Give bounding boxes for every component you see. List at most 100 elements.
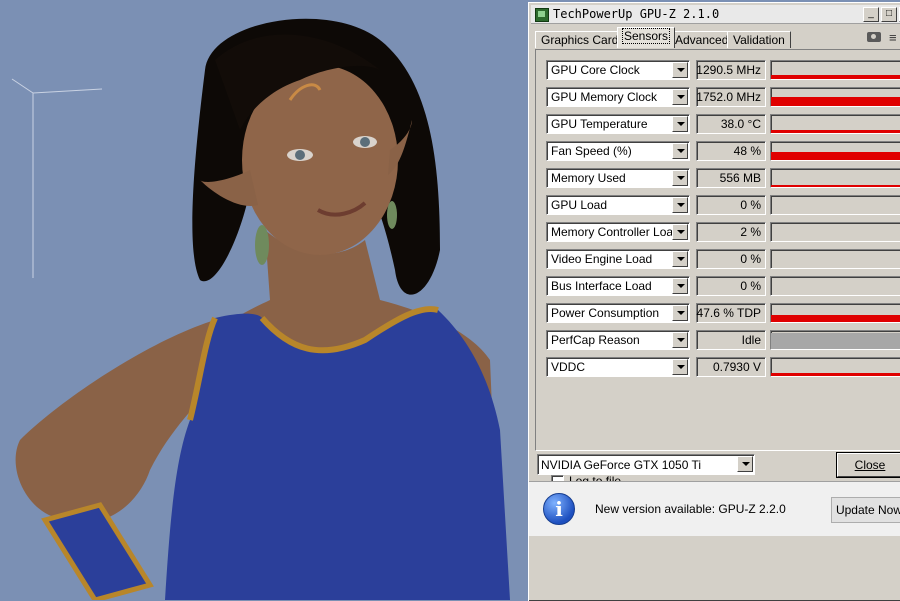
sensors-panel: GPU Core Clock 1290.5 MHz GPU Memory Clock… [535,49,900,488]
sensor-graph-fill [771,75,900,79]
chevron-down-icon[interactable] [672,359,688,375]
tab-label: Advanced [675,33,729,47]
sensor-graph [770,303,900,323]
sensor-value-box: 1752.0 MHz [696,87,766,107]
sensor-graph-fill [771,315,900,322]
sensor-graph [770,249,900,269]
gpu-select-dropdown[interactable]: NVIDIA GeForce GTX 1050 Ti [537,454,755,475]
character-render [0,0,528,600]
sensor-name-label: Video Engine Load [551,252,653,266]
sensor-value: 0 % [740,279,761,293]
render-viewport [0,0,528,600]
close-button[interactable]: Close [836,452,900,478]
sensor-value-box: 556 MB [696,168,766,188]
sensor-value-box: 48 % [696,141,766,161]
sensor-row: Fan Speed (%) 48 % [546,141,900,161]
chevron-down-icon[interactable] [672,224,688,240]
tab-label: Sensors [621,28,671,44]
sensor-graph [770,168,900,188]
sensor-row: Memory Controller Load 2 % [546,222,900,242]
chevron-down-icon[interactable] [672,197,688,213]
sensor-row: GPU Core Clock 1290.5 MHz [546,60,900,80]
tab-sensors[interactable]: Sensors [617,27,676,48]
minimize-button[interactable]: _ [863,7,879,22]
sensor-value: 47.6 % TDP [696,306,761,320]
chevron-down-icon[interactable] [672,170,688,186]
sensor-graph [770,114,900,134]
gpuz-app-icon [535,8,549,22]
window-title: TechPowerUp GPU-Z 2.1.0 [553,7,720,21]
sensor-graph-fill [771,185,900,187]
sensor-row: Video Engine Load 0 % [546,249,900,269]
sensor-graph-fill [771,152,900,160]
sensor-value: 2 % [740,225,761,239]
sensor-value-box: 38.0 °C [696,114,766,134]
sensor-value-box: 1290.5 MHz [696,60,766,80]
tab-advanced[interactable]: Advanced [669,31,735,48]
chevron-down-icon[interactable] [672,305,688,321]
sensor-value-box: 0 % [696,195,766,215]
sensor-value: 1752.0 MHz [696,90,761,104]
chevron-down-icon[interactable] [672,89,688,105]
close-button-label: Close [854,458,886,472]
sensor-graph [770,195,900,215]
chevron-down-icon[interactable] [672,278,688,294]
sensor-name-label: VDDC [551,360,586,374]
sensor-graph-fill [771,373,900,376]
gpuz-window: TechPowerUp GPU-Z 2.1.0 _ □ × Graphics C… [528,2,900,601]
sensor-value: 48 % [733,144,761,158]
sensor-name-dropdown[interactable]: PerfCap Reason [546,330,690,350]
sensor-value: Idle [741,333,761,347]
sensor-name-dropdown[interactable]: Bus Interface Load [546,276,690,296]
gpu-select-value: NVIDIA GeForce GTX 1050 Ti [541,458,702,472]
camera-icon[interactable] [867,32,881,42]
hamburger-menu-icon[interactable]: ≡ [889,30,897,45]
chevron-down-icon[interactable] [672,143,688,159]
sensor-name-dropdown[interactable]: Power Consumption [546,303,690,323]
chevron-down-icon[interactable] [672,251,688,267]
sensor-name-dropdown[interactable]: Memory Controller Load [546,222,690,242]
sensor-name-dropdown[interactable]: GPU Load [546,195,690,215]
sensor-row: GPU Temperature 38.0 °C [546,114,900,134]
sensor-name-label: PerfCap Reason [551,333,640,347]
sensor-graph [770,276,900,296]
sensor-name-label: GPU Temperature [551,117,648,131]
sensor-name-dropdown[interactable]: Fan Speed (%) [546,141,690,161]
sensor-name-label: Power Consumption [551,306,660,320]
tab-label: Validation [733,33,785,47]
sensor-name-label: Memory Controller Load [551,225,680,239]
sensor-value: 0 % [740,252,761,266]
sensor-graph-fill [771,97,900,106]
sensor-row: PerfCap Reason Idle [546,330,900,350]
tab-graphics-card[interactable]: Graphics Card [535,31,625,48]
sensor-graph [770,330,900,350]
sensor-row: GPU Memory Clock 1752.0 MHz [546,87,900,107]
sensor-row: Bus Interface Load 0 % [546,276,900,296]
sensor-row: VDDC 0.7930 V [546,357,900,377]
chevron-down-icon[interactable] [737,456,753,472]
sensor-name-dropdown[interactable]: Video Engine Load [546,249,690,269]
sensor-name-dropdown[interactable]: GPU Memory Clock [546,87,690,107]
sensor-value: 0.7930 V [712,360,761,374]
maximize-button[interactable]: □ [881,7,897,22]
sensor-graph [770,87,900,107]
chevron-down-icon[interactable] [672,332,688,348]
sensor-name-dropdown[interactable]: VDDC [546,357,690,377]
sensor-name-label: Fan Speed (%) [551,144,632,158]
sensor-value-box: 2 % [696,222,766,242]
sensor-value: 1290.5 MHz [696,63,761,77]
sensor-graph [770,60,900,80]
chevron-down-icon[interactable] [672,116,688,132]
sensor-graph-fill [771,333,900,349]
sensor-name-dropdown[interactable]: GPU Core Clock [546,60,690,80]
sensor-name-dropdown[interactable]: GPU Temperature [546,114,690,134]
sensor-name-label: GPU Core Clock [551,63,640,77]
update-now-button[interactable]: Update Now [831,497,900,523]
update-notification-bar: i New version available: GPU-Z 2.2.0 Upd… [529,481,900,536]
tab-validation[interactable]: Validation [727,31,791,48]
title-bar[interactable]: TechPowerUp GPU-Z 2.1.0 _ □ × [531,5,900,24]
sensor-row: GPU Load 0 % [546,195,900,215]
sensor-value: 0 % [740,198,761,212]
chevron-down-icon[interactable] [672,62,688,78]
sensor-name-dropdown[interactable]: Memory Used [546,168,690,188]
